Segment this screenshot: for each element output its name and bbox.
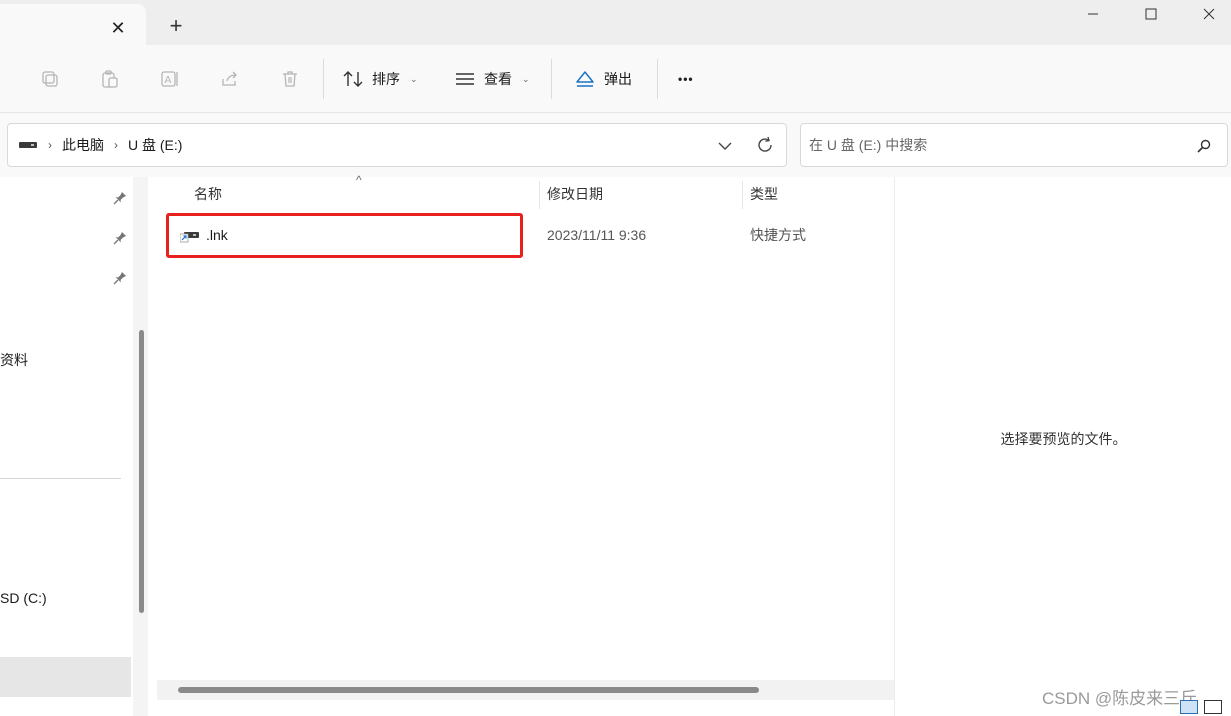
- sort-icon: [343, 71, 363, 87]
- nav-scrollbar-thumb[interactable]: [139, 330, 144, 613]
- minimize-icon: [1088, 13, 1098, 15]
- eject-icon: [576, 71, 594, 87]
- breadcrumb-this-pc[interactable]: 此电脑: [62, 135, 104, 155]
- eject-button[interactable]: 弹出: [574, 63, 632, 95]
- shortcut-file-icon: [180, 232, 199, 243]
- sort-button[interactable]: 排序 ⌄: [342, 63, 418, 95]
- maximize-button[interactable]: [1128, 0, 1174, 28]
- file-modified: 2023/11/11 9:36: [547, 227, 647, 243]
- file-name-cell: .lnk: [180, 217, 228, 253]
- rename-icon: A: [161, 71, 178, 87]
- trash-icon: [283, 71, 297, 87]
- tiles-view-icon[interactable]: [1204, 700, 1222, 714]
- nav-item-documents[interactable]: 资料: [0, 350, 28, 370]
- nav-item-selected-drive[interactable]: [0, 657, 131, 697]
- tab-close-icon[interactable]: ✕: [106, 16, 130, 40]
- view-mode-switcher: [1180, 700, 1222, 716]
- delete-button[interactable]: [278, 67, 302, 91]
- view-label: 查看: [484, 71, 512, 87]
- navigation-pane: 资料 SD (C:): [0, 177, 148, 716]
- breadcrumb-u-disk[interactable]: U 盘 (E:): [128, 135, 182, 155]
- file-list: ^ 名称 修改日期 类型 .lnk 2023/11/11 9:36 快捷方式: [156, 173, 894, 700]
- pin-icon[interactable]: [112, 190, 128, 206]
- new-tab-button[interactable]: +: [162, 12, 190, 40]
- chevron-right-icon: ›: [114, 138, 118, 152]
- chevron-down-icon: ⌄: [410, 73, 418, 84]
- file-type: 快捷方式: [750, 227, 806, 243]
- sort-label: 排序: [372, 71, 400, 87]
- nav-divider: [0, 478, 121, 479]
- pin-icon[interactable]: [112, 230, 128, 246]
- column-divider[interactable]: [742, 181, 743, 209]
- svg-text:A: A: [165, 75, 172, 86]
- copy-button[interactable]: [38, 67, 62, 91]
- horizontal-scrollbar-thumb[interactable]: [178, 687, 759, 693]
- pin-icon[interactable]: [112, 270, 128, 286]
- preview-message: 选择要预览的文件。: [1000, 431, 1127, 447]
- toolbar-divider: [657, 59, 658, 99]
- details-view-icon[interactable]: [1180, 700, 1198, 714]
- rename-button[interactable]: A: [158, 67, 182, 91]
- toolbar-divider: [551, 59, 552, 99]
- file-name: .lnk: [206, 227, 228, 243]
- copy-icon: [42, 71, 58, 87]
- column-header-modified[interactable]: 修改日期: [547, 177, 603, 211]
- share-icon: [222, 71, 237, 86]
- refresh-icon: [758, 136, 772, 152]
- search-input[interactable]: [809, 132, 1179, 158]
- column-header-type[interactable]: 类型: [750, 177, 778, 211]
- search-icon[interactable]: [1194, 136, 1214, 156]
- file-explorer-window: ✕ + A 排序 ⌄ 查看 ⌄ 弹出 ••• › 此电脑 › U 盘 (E:) …: [0, 0, 1231, 716]
- sort-ascending-icon: ^: [356, 173, 362, 187]
- refresh-button[interactable]: [752, 132, 778, 158]
- watermark: CSDN @陈皮来三斤: [1042, 689, 1198, 708]
- more-icon: •••: [678, 72, 694, 86]
- more-options-button[interactable]: •••: [678, 63, 694, 95]
- minimize-button[interactable]: [1070, 0, 1116, 28]
- paste-button[interactable]: [98, 67, 122, 91]
- command-bar: A 排序 ⌄ 查看 ⌄ 弹出 •••: [0, 45, 1231, 113]
- column-divider[interactable]: [539, 181, 540, 209]
- title-bar: ✕ +: [0, 0, 1231, 45]
- view-button[interactable]: 查看 ⌄: [454, 63, 530, 95]
- eject-label: 弹出: [604, 71, 632, 87]
- table-row[interactable]: .lnk 2023/11/11 9:36 快捷方式: [168, 217, 888, 253]
- address-history-dropdown[interactable]: [712, 133, 738, 159]
- toolbar-divider: [323, 59, 324, 99]
- close-window-button[interactable]: [1186, 0, 1231, 28]
- paste-icon: [102, 70, 118, 88]
- view-list-icon: [456, 73, 474, 85]
- preview-pane: 选择要预览的文件。: [894, 177, 1231, 716]
- nav-item-drive-c[interactable]: SD (C:): [0, 590, 47, 606]
- share-button[interactable]: [218, 67, 242, 91]
- chevron-down-icon: [718, 142, 732, 150]
- breadcrumb: › 此电脑 › U 盘 (E:): [18, 124, 182, 166]
- chevron-down-icon: ⌄: [522, 73, 530, 84]
- address-row: › 此电脑 › U 盘 (E:): [0, 113, 1231, 177]
- maximize-icon: [1145, 8, 1157, 20]
- close-icon: [1203, 8, 1215, 20]
- column-header-name[interactable]: 名称: [194, 177, 222, 211]
- address-bar[interactable]: › 此电脑 › U 盘 (E:): [7, 123, 787, 167]
- tab-u-disk[interactable]: ✕: [0, 4, 146, 45]
- search-box[interactable]: [800, 123, 1228, 167]
- chevron-right-icon: ›: [48, 138, 52, 152]
- drive-icon: [19, 142, 37, 148]
